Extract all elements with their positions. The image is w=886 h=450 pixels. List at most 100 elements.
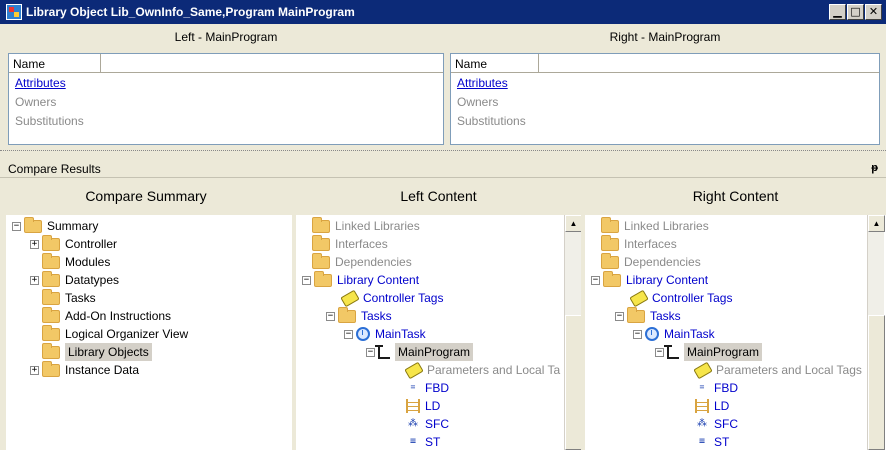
collapse-icon[interactable]: − <box>633 329 642 339</box>
close-button[interactable]: ✕ <box>865 4 882 20</box>
tree-item-controller-tags[interactable]: Controller Tags <box>340 289 443 307</box>
right-content-tree: Linked Libraries Interfaces Dependencies… <box>585 215 886 450</box>
list-item[interactable]: Attributes <box>451 73 879 92</box>
name-column-header[interactable]: Name <box>9 54 101 72</box>
folder-icon <box>312 252 330 269</box>
scroll-up-icon[interactable]: ▲ <box>868 215 885 232</box>
list-item[interactable]: Attributes <box>9 73 443 92</box>
tree-item-library-objects[interactable]: Library Objects <box>42 342 152 361</box>
program-icon <box>375 345 390 359</box>
folder-icon <box>42 360 60 377</box>
collapse-icon[interactable]: − <box>366 347 375 357</box>
name-column-header[interactable]: Name <box>451 54 539 72</box>
program-icon <box>664 345 679 359</box>
list-item[interactable]: Substitutions <box>451 111 879 130</box>
folder-icon <box>338 306 356 323</box>
tree-item-modules[interactable]: Modules <box>42 252 110 271</box>
tree-item-parameters[interactable]: Parameters and Local Ta <box>404 361 560 379</box>
splitter[interactable] <box>0 150 886 157</box>
collapse-icon[interactable]: − <box>344 329 353 339</box>
sfc-icon: ⁂ <box>408 418 418 429</box>
right-scrollbar[interactable]: ▲ <box>867 215 885 450</box>
right-attributes-list: Name Attributes Owners Substitutions <box>450 53 880 145</box>
tree-item-linked-libraries[interactable]: Linked Libraries <box>601 216 709 235</box>
left-content-title: Left Content <box>400 188 477 204</box>
folder-icon <box>312 234 330 251</box>
scroll-thumb[interactable] <box>565 315 581 450</box>
expand-icon[interactable]: + <box>30 365 39 375</box>
pin-icon[interactable]: ᵽ <box>871 162 878 174</box>
tree-item-library-content[interactable]: − Library Content <box>302 270 419 289</box>
tree-item-sfc[interactable]: ⁂ SFC <box>695 415 738 433</box>
tag-icon <box>629 289 649 307</box>
right-content-title: Right Content <box>692 188 779 204</box>
tree-item-ld[interactable]: LD <box>406 397 440 415</box>
summary-tree: − Summary + Controller Modules + Datatypes … <box>6 215 292 450</box>
scroll-up-icon[interactable]: ▲ <box>565 215 581 232</box>
st-icon: ≡ <box>698 436 706 447</box>
tree-item-library-content[interactable]: − Library Content <box>591 270 708 289</box>
tree-item-controller-tags[interactable]: Controller Tags <box>629 289 732 307</box>
tag-icon <box>404 361 424 379</box>
folder-icon <box>42 324 60 341</box>
tree-item-main-task[interactable]: − MainTask <box>344 325 426 343</box>
clock-icon <box>356 327 370 341</box>
tree-item-instance-data[interactable]: + Instance Data <box>30 360 139 379</box>
collapse-icon[interactable]: − <box>655 347 664 357</box>
tree-item-main-task[interactable]: − MainTask <box>633 325 715 343</box>
window-title: Library Object Lib_OwnInfo_Same,Program … <box>26 5 355 19</box>
list-item[interactable]: Owners <box>451 92 879 111</box>
clock-icon <box>645 327 659 341</box>
collapse-icon[interactable]: − <box>615 311 624 321</box>
sfc-icon: ⁂ <box>697 418 707 429</box>
expand-icon[interactable]: + <box>30 275 39 285</box>
list-item[interactable]: Substitutions <box>9 111 443 130</box>
tag-icon <box>340 289 360 307</box>
folder-icon <box>627 306 645 323</box>
collapse-icon[interactable]: − <box>302 275 311 285</box>
scroll-thumb[interactable] <box>868 315 885 450</box>
tree-item-interfaces[interactable]: Interfaces <box>312 234 388 253</box>
tree-item-st[interactable]: ≡ ST <box>695 433 729 450</box>
app-icon <box>6 4 22 20</box>
tree-item-dependencies[interactable]: Dependencies <box>312 252 412 271</box>
folder-icon <box>603 270 621 287</box>
right-column-header[interactable]: Name <box>451 54 879 73</box>
tree-item-dependencies[interactable]: Dependencies <box>601 252 701 271</box>
collapse-icon[interactable]: − <box>591 275 600 285</box>
attributes-link[interactable]: Attributes <box>457 76 508 90</box>
tree-item-parameters[interactable]: Parameters and Local Tags <box>693 361 862 379</box>
restore-button[interactable]: □ <box>847 4 864 20</box>
folder-icon <box>42 270 60 287</box>
tree-item-controller[interactable]: + Controller <box>30 234 117 253</box>
attributes-link[interactable]: Attributes <box>15 76 66 90</box>
list-item[interactable]: Owners <box>9 92 443 111</box>
tree-item-ld[interactable]: LD <box>695 397 729 415</box>
tree-item-datatypes[interactable]: + Datatypes <box>30 270 119 289</box>
tree-item-sfc[interactable]: ⁂ SFC <box>406 415 449 433</box>
ladder-icon <box>695 399 709 413</box>
tree-item-main-program[interactable]: − MainProgram <box>366 343 474 361</box>
tree-item-fbd[interactable]: ꓿ FBD <box>406 379 449 397</box>
tree-item-linked-libraries[interactable]: Linked Libraries <box>312 216 420 235</box>
tree-item-fbd[interactable]: ꓿ FBD <box>695 379 738 397</box>
left-attributes-list: Name Attributes Owners Substitutions <box>8 53 444 145</box>
folder-icon <box>42 342 60 359</box>
left-column-header[interactable]: Name <box>9 54 443 73</box>
tree-item-tasks[interactable]: Tasks <box>42 288 96 307</box>
expand-icon[interactable]: + <box>30 239 39 249</box>
tree-item-summary[interactable]: − Summary <box>12 216 98 235</box>
minimize-button[interactable]: ▁ <box>829 4 846 20</box>
tree-item-main-program[interactable]: − MainProgram <box>655 343 763 361</box>
tree-item-logical-organizer-view[interactable]: Logical Organizer View <box>42 324 188 343</box>
tree-item-interfaces[interactable]: Interfaces <box>601 234 677 253</box>
tree-item-tasks[interactable]: − Tasks <box>615 306 681 325</box>
tree-item-add-on-instructions[interactable]: Add-On Instructions <box>42 306 171 325</box>
fbd-icon: ꓿ <box>410 382 416 393</box>
tree-item-tasks[interactable]: − Tasks <box>326 306 392 325</box>
collapse-icon[interactable]: − <box>12 221 21 231</box>
collapse-icon[interactable]: − <box>326 311 335 321</box>
ladder-icon <box>406 399 420 413</box>
tree-item-st[interactable]: ≡ ST <box>406 433 440 450</box>
left-scrollbar[interactable]: ▲ <box>564 215 581 450</box>
